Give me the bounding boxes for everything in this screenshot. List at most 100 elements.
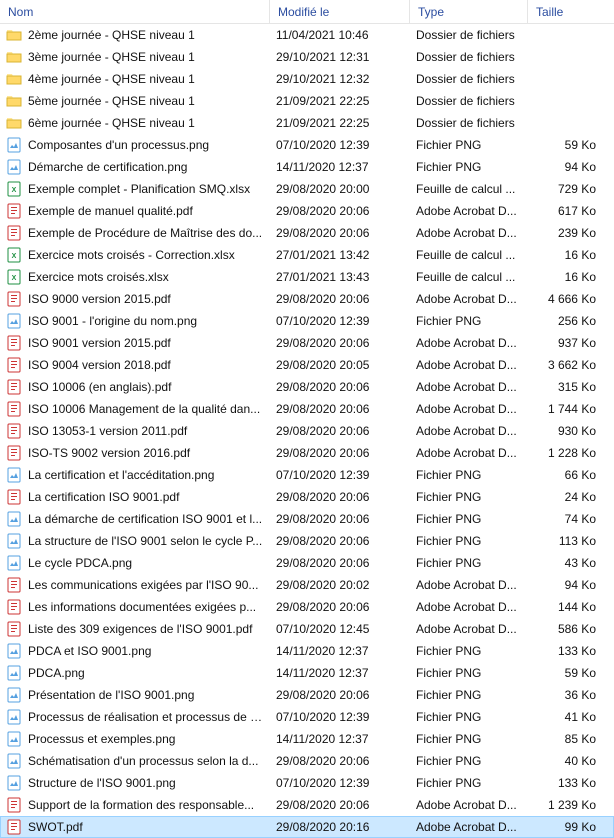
table-row[interactable]: Le cycle PDCA.png29/08/2020 20:06Fichier… bbox=[0, 552, 614, 574]
cell-modified: 29/08/2020 20:06 bbox=[270, 380, 410, 394]
table-row[interactable]: Processus et exemples.png14/11/2020 12:3… bbox=[0, 728, 614, 750]
cell-modified: 29/08/2020 20:06 bbox=[270, 490, 410, 504]
table-row[interactable]: ISO 10006 Management de la qualité dan..… bbox=[0, 398, 614, 420]
cell-type: Adobe Acrobat D... bbox=[410, 798, 528, 812]
cell-name: ISO 13053-1 version 2011.pdf bbox=[0, 423, 270, 439]
cell-modified: 14/11/2020 12:37 bbox=[270, 160, 410, 174]
table-row[interactable]: ISO 9001 - l'origine du nom.png07/10/202… bbox=[0, 310, 614, 332]
table-row[interactable]: Démarche de certification.png14/11/2020 … bbox=[0, 156, 614, 178]
pdf-icon bbox=[6, 819, 22, 835]
table-row[interactable]: Processus de réalisation et processus de… bbox=[0, 706, 614, 728]
cell-modified: 29/08/2020 20:06 bbox=[270, 600, 410, 614]
table-row[interactable]: Liste des 309 exigences de l'ISO 9001.pd… bbox=[0, 618, 614, 640]
cell-type: Fichier PNG bbox=[410, 556, 528, 570]
cell-modified: 29/08/2020 20:02 bbox=[270, 578, 410, 592]
cell-name: ISO 9004 version 2018.pdf bbox=[0, 357, 270, 373]
cell-size: 59 Ko bbox=[528, 666, 602, 680]
pdf-icon bbox=[6, 423, 22, 439]
cell-modified: 29/10/2021 12:31 bbox=[270, 50, 410, 64]
cell-modified: 27/01/2021 13:42 bbox=[270, 248, 410, 262]
column-header-size[interactable]: Taille bbox=[528, 0, 602, 23]
cell-modified: 29/10/2021 12:32 bbox=[270, 72, 410, 86]
cell-type: Feuille de calcul ... bbox=[410, 270, 528, 284]
cell-type: Fichier PNG bbox=[410, 688, 528, 702]
table-row[interactable]: SWOT.pdf29/08/2020 20:16Adobe Acrobat D.… bbox=[0, 816, 614, 838]
table-row[interactable]: 5ème journée - QHSE niveau 121/09/2021 2… bbox=[0, 90, 614, 112]
table-row[interactable]: ISO 13053-1 version 2011.pdf29/08/2020 2… bbox=[0, 420, 614, 442]
cell-modified: 29/08/2020 20:06 bbox=[270, 226, 410, 240]
table-row[interactable]: Présentation de l'ISO 9001.png29/08/2020… bbox=[0, 684, 614, 706]
file-name: Exemple de Procédure de Maîtrise des do.… bbox=[28, 226, 264, 240]
table-row[interactable]: La certification et l'accéditation.png07… bbox=[0, 464, 614, 486]
file-name: 2ème journée - QHSE niveau 1 bbox=[28, 28, 264, 42]
table-row[interactable]: ISO 9004 version 2018.pdf29/08/2020 20:0… bbox=[0, 354, 614, 376]
xlsx-icon: X bbox=[6, 247, 22, 263]
table-row[interactable]: 3ème journée - QHSE niveau 129/10/2021 1… bbox=[0, 46, 614, 68]
cell-name: 2ème journée - QHSE niveau 1 bbox=[0, 27, 270, 43]
cell-type: Fichier PNG bbox=[410, 666, 528, 680]
column-header-type[interactable]: Type bbox=[410, 0, 528, 23]
table-row[interactable]: 6ème journée - QHSE niveau 121/09/2021 2… bbox=[0, 112, 614, 134]
cell-name: Support de la formation des responsable.… bbox=[0, 797, 270, 813]
table-row[interactable]: ISO 10006 (en anglais).pdf29/08/2020 20:… bbox=[0, 376, 614, 398]
cell-type: Dossier de fichiers bbox=[410, 28, 528, 42]
column-header-modified[interactable]: Modifié le bbox=[270, 0, 410, 23]
table-row[interactable]: La certification ISO 9001.pdf29/08/2020 … bbox=[0, 486, 614, 508]
cell-type: Fichier PNG bbox=[410, 512, 528, 526]
file-name: Le cycle PDCA.png bbox=[28, 556, 264, 570]
file-name: PDCA.png bbox=[28, 666, 264, 680]
cell-size: 16 Ko bbox=[528, 270, 602, 284]
pdf-icon bbox=[6, 203, 22, 219]
table-row[interactable]: ISO-TS 9002 version 2016.pdf29/08/2020 2… bbox=[0, 442, 614, 464]
table-row[interactable]: ISO 9000 version 2015.pdf29/08/2020 20:0… bbox=[0, 288, 614, 310]
cell-size: 586 Ko bbox=[528, 622, 602, 636]
cell-name: ISO-TS 9002 version 2016.pdf bbox=[0, 445, 270, 461]
cell-type: Feuille de calcul ... bbox=[410, 248, 528, 262]
cell-size: 99 Ko bbox=[528, 820, 602, 834]
cell-modified: 29/08/2020 20:06 bbox=[270, 402, 410, 416]
table-row[interactable]: 4ème journée - QHSE niveau 1 29/10/2021 1… bbox=[0, 68, 614, 90]
cell-modified: 07/10/2020 12:39 bbox=[270, 776, 410, 790]
file-name: Exemple de manuel qualité.pdf bbox=[28, 204, 264, 218]
table-row[interactable]: Exemple de Procédure de Maîtrise des do.… bbox=[0, 222, 614, 244]
cell-type: Fichier PNG bbox=[410, 534, 528, 548]
table-row[interactable]: La démarche de certification ISO 9001 et… bbox=[0, 508, 614, 530]
table-row[interactable]: XExemple complet - Planification SMQ.xls… bbox=[0, 178, 614, 200]
file-name: Présentation de l'ISO 9001.png bbox=[28, 688, 264, 702]
table-row[interactable]: PDCA et ISO 9001.png14/11/2020 12:37Fich… bbox=[0, 640, 614, 662]
cell-modified: 29/08/2020 20:06 bbox=[270, 534, 410, 548]
table-row[interactable]: XExercice mots croisés.xlsx27/01/2021 13… bbox=[0, 266, 614, 288]
cell-modified: 29/08/2020 20:06 bbox=[270, 512, 410, 526]
table-row[interactable]: ISO 9001 version 2015.pdf29/08/2020 20:0… bbox=[0, 332, 614, 354]
file-name: ISO 9000 version 2015.pdf bbox=[28, 292, 264, 306]
cell-type: Adobe Acrobat D... bbox=[410, 292, 528, 306]
cell-type: Fichier PNG bbox=[410, 732, 528, 746]
table-row[interactable]: 2ème journée - QHSE niveau 111/04/2021 1… bbox=[0, 24, 614, 46]
table-row[interactable]: Support de la formation des responsable.… bbox=[0, 794, 614, 816]
pdf-icon bbox=[6, 621, 22, 637]
column-header-name[interactable]: Nom bbox=[0, 0, 270, 23]
file-name: 4ème journée - QHSE niveau 1 bbox=[28, 72, 264, 86]
cell-type: Adobe Acrobat D... bbox=[410, 424, 528, 438]
cell-name: XExercice mots croisés - Correction.xlsx bbox=[0, 247, 270, 263]
table-row[interactable]: Composantes d'un processus.png07/10/2020… bbox=[0, 134, 614, 156]
cell-modified: 29/08/2020 20:00 bbox=[270, 182, 410, 196]
cell-type: Adobe Acrobat D... bbox=[410, 820, 528, 834]
table-row[interactable]: Structure de l'ISO 9001.png07/10/2020 12… bbox=[0, 772, 614, 794]
table-row[interactable]: Exemple de manuel qualité.pdf29/08/2020 … bbox=[0, 200, 614, 222]
cell-type: Adobe Acrobat D... bbox=[410, 446, 528, 460]
cell-type: Fichier PNG bbox=[410, 776, 528, 790]
table-row[interactable]: Schématisation d'un processus selon la d… bbox=[0, 750, 614, 772]
table-row[interactable]: La structure de l'ISO 9001 selon le cycl… bbox=[0, 530, 614, 552]
cell-name: Exemple de Procédure de Maîtrise des do.… bbox=[0, 225, 270, 241]
cell-size: 617 Ko bbox=[528, 204, 602, 218]
table-row[interactable]: Les communications exigées par l'ISO 90.… bbox=[0, 574, 614, 596]
cell-modified: 29/08/2020 20:06 bbox=[270, 446, 410, 460]
cell-modified: 21/09/2021 22:25 bbox=[270, 116, 410, 130]
table-row[interactable]: PDCA.png14/11/2020 12:37Fichier PNG59 Ko bbox=[0, 662, 614, 684]
cell-size: 144 Ko bbox=[528, 600, 602, 614]
table-row[interactable]: XExercice mots croisés - Correction.xlsx… bbox=[0, 244, 614, 266]
cell-modified: 29/08/2020 20:05 bbox=[270, 358, 410, 372]
cell-type: Adobe Acrobat D... bbox=[410, 622, 528, 636]
table-row[interactable]: Les informations documentées exigées p..… bbox=[0, 596, 614, 618]
